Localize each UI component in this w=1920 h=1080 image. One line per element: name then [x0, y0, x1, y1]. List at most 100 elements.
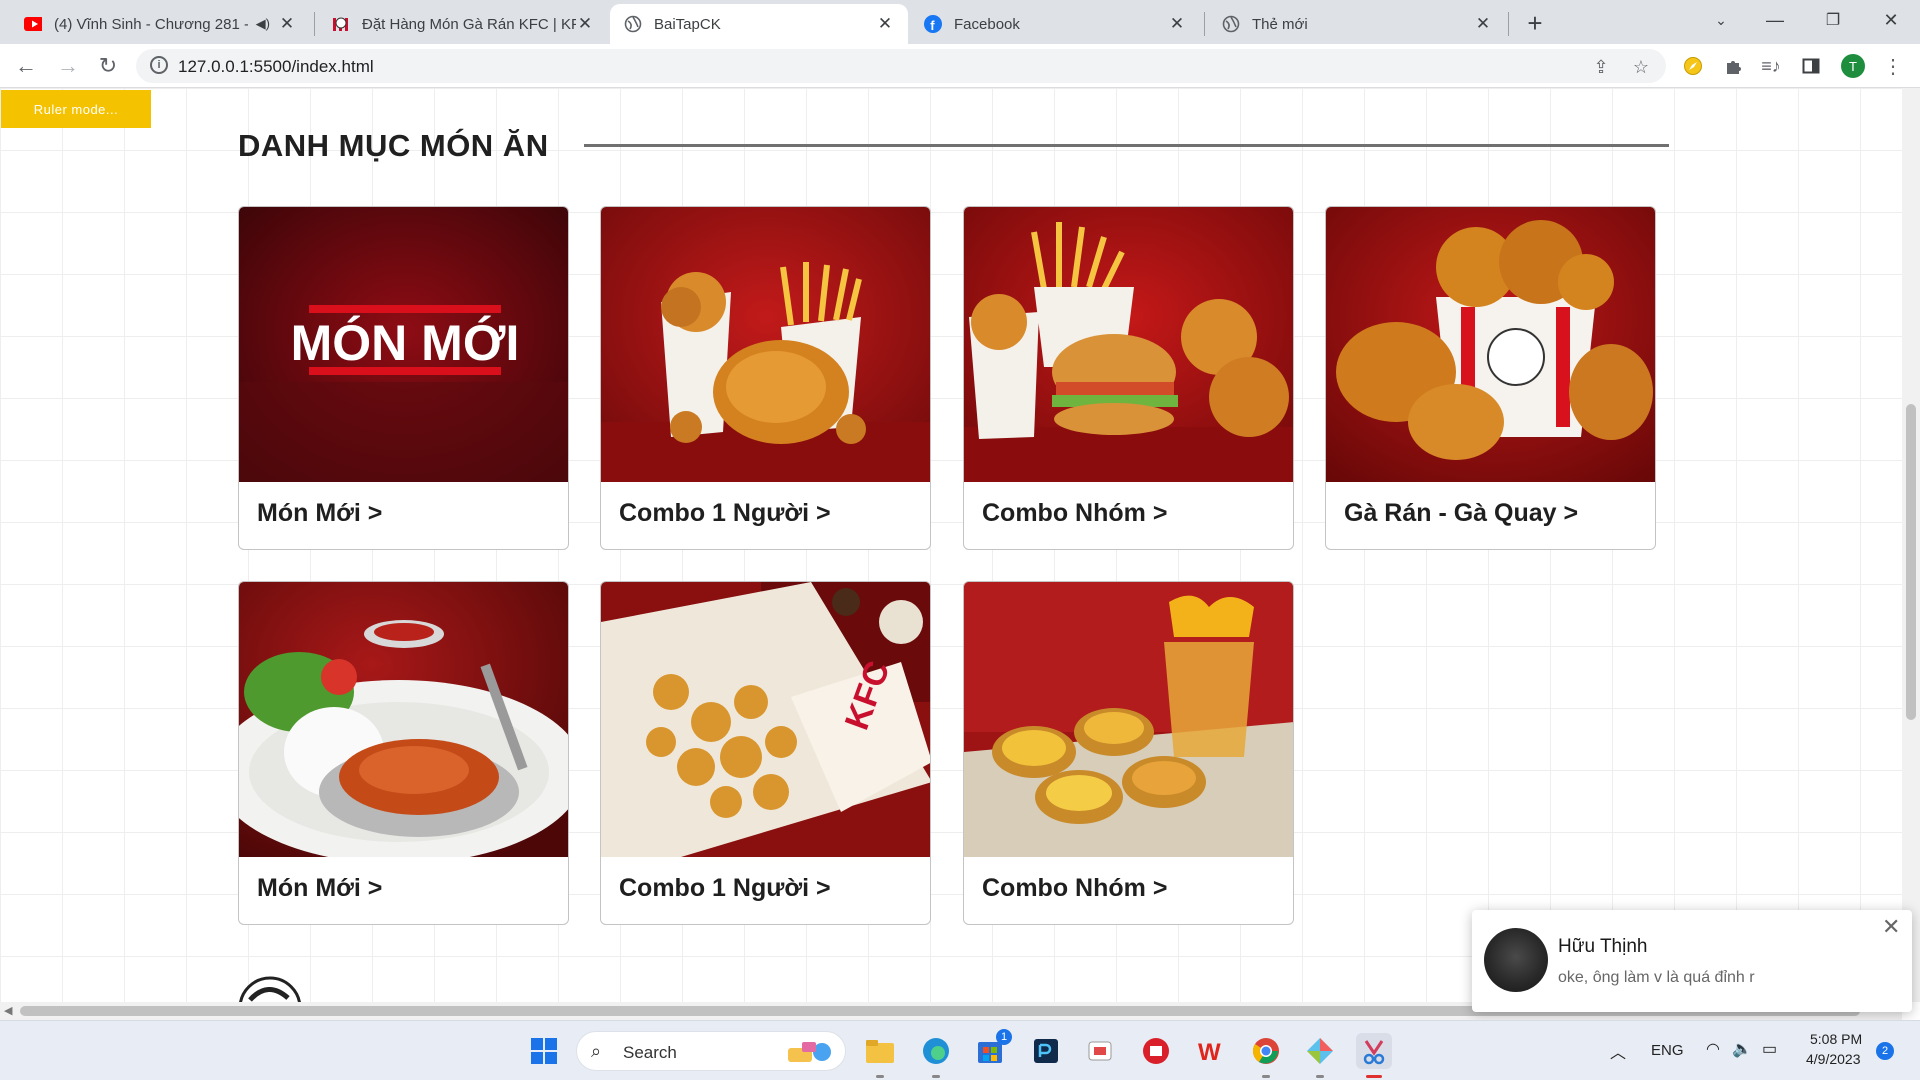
browser-toolbar: ← → ↻ i 127.0.0.1:5500/index.html ⇪ ☆ ≡♪…: [0, 44, 1920, 88]
extensions-puzzle-icon[interactable]: [1720, 53, 1746, 79]
file-explorer-icon[interactable]: [862, 1033, 898, 1069]
section-title: DANH MỤC MÓN ĂN: [238, 128, 549, 163]
window-close-button[interactable]: ✕: [1864, 0, 1918, 40]
bookmark-star-icon[interactable]: ☆: [1630, 56, 1652, 78]
youtube-icon: [24, 15, 42, 33]
category-image: [964, 582, 1293, 857]
notification-sender: Hữu Thịnh: [1558, 936, 1648, 957]
profile-avatar[interactable]: T: [1841, 54, 1865, 78]
tab-baitapck[interactable]: BaiTapCK ✕: [610, 4, 908, 44]
tab-title: BaiTapCK: [654, 15, 721, 33]
category-image: [964, 207, 1293, 482]
avatar: [1484, 928, 1548, 992]
close-icon[interactable]: ✕: [576, 14, 594, 33]
chrome-browser-icon[interactable]: [1248, 1033, 1284, 1069]
wps-office-icon[interactable]: W: [1192, 1033, 1228, 1069]
colonel-logo-icon: [238, 970, 304, 1002]
store-badge: 1: [996, 1029, 1012, 1045]
tab-kfc[interactable]: Đặt Hàng Món Gà Rán KFC | KFC ✕: [318, 4, 608, 44]
category-label: Gà Rán - Gà Quay >: [1344, 499, 1579, 527]
category-image: KFC: [601, 582, 930, 857]
clock-date[interactable]: 4/9/2023: [1806, 1051, 1861, 1067]
svg-text:W: W: [1198, 1039, 1221, 1066]
category-card-combo-1-nguoi-2[interactable]: KFC Combo 1 Người >: [600, 581, 931, 925]
title-divider: [584, 144, 1669, 147]
forward-button[interactable]: →: [54, 52, 82, 80]
facebook-icon: f: [924, 15, 942, 33]
category-card-mon-moi-2[interactable]: Món Mới >: [238, 581, 569, 925]
close-icon[interactable]: ✕: [278, 14, 296, 33]
microsoft-store-icon[interactable]: 1: [972, 1029, 1012, 1069]
close-icon[interactable]: ✕: [876, 14, 894, 33]
category-card-combo-nhom-2[interactable]: Combo Nhóm >: [963, 581, 1294, 925]
category-card-ga-ran-ga-quay[interactable]: Gà Rán - Gà Quay >: [1325, 206, 1656, 550]
browser-tab-strip: (4) Vĩnh Sinh - Chương 281 - ◀) ✕ Đặt Hà…: [0, 0, 1920, 44]
start-windows-icon[interactable]: [526, 1033, 562, 1069]
category-label: Combo Nhóm >: [982, 499, 1168, 527]
side-panel-icon[interactable]: [1798, 53, 1824, 79]
category-label: Combo 1 Người >: [619, 499, 831, 527]
gem-app-icon[interactable]: [1302, 1033, 1338, 1069]
terminal-app-icon[interactable]: [1028, 1033, 1064, 1069]
edge-browser-icon[interactable]: [918, 1033, 954, 1069]
category-card-combo-nhom[interactable]: Combo Nhóm >: [963, 206, 1294, 550]
volume-icon[interactable]: 🔈: [1732, 1039, 1752, 1059]
tab-youtube[interactable]: (4) Vĩnh Sinh - Chương 281 - ◀) ✕: [10, 4, 310, 44]
share-icon[interactable]: ⇪: [1590, 56, 1612, 78]
language-indicator[interactable]: ENG: [1651, 1042, 1684, 1059]
back-button[interactable]: ←: [12, 52, 40, 80]
tab-facebook[interactable]: f Facebook ✕: [910, 4, 1200, 44]
tab-title: Đặt Hàng Món Gà Rán KFC | KFC: [362, 15, 576, 33]
category-card-combo-1-nguoi[interactable]: Combo 1 Người >: [600, 206, 931, 550]
kfc-icon: [332, 15, 350, 33]
new-tab-button[interactable]: +: [1520, 8, 1550, 38]
taskbar-search[interactable]: ⌕ Search: [576, 1031, 846, 1071]
category-image: [1326, 207, 1655, 482]
wifi-icon[interactable]: ◠: [1706, 1039, 1720, 1059]
snipping-tool-icon[interactable]: [1082, 1033, 1118, 1069]
notification-count-badge[interactable]: 2: [1876, 1042, 1894, 1060]
close-icon[interactable]: ✕: [1168, 14, 1186, 33]
category-image: [601, 207, 930, 482]
windows-taskbar: ⌕ Search 1 W ︿ ENG ◠ 🔈 ▭ 5:08 PM 4/9/202…: [0, 1020, 1920, 1080]
ruler-mode-button[interactable]: Ruler mode...: [1, 90, 151, 128]
close-icon[interactable]: ✕: [1474, 14, 1492, 33]
tab-title: (4) Vĩnh Sinh - Chương 281 -: [54, 15, 248, 33]
svg-text:f: f: [930, 18, 935, 33]
tab-title: Thẻ mới: [1252, 15, 1308, 33]
address-bar[interactable]: i 127.0.0.1:5500/index.html ⇪ ☆: [136, 49, 1666, 83]
media-queue-icon[interactable]: ≡♪: [1758, 53, 1784, 79]
close-icon[interactable]: ✕: [1882, 914, 1900, 940]
extension-compass-icon[interactable]: [1680, 53, 1706, 79]
category-label: Món Mới >: [257, 499, 383, 527]
category-label: Combo 1 Người >: [619, 874, 831, 902]
globe-icon: [1222, 15, 1240, 33]
chat-notification[interactable]: Hữu Thịnh oke, ông làm v là quá đỉnh r ✕: [1472, 910, 1912, 1012]
battery-icon[interactable]: ▭: [1762, 1039, 1777, 1059]
snip-active-icon[interactable]: [1356, 1033, 1392, 1069]
clock-time[interactable]: 5:08 PM: [1810, 1031, 1862, 1047]
category-label: Combo Nhóm >: [982, 874, 1168, 902]
mon-moi-banner-text: MÓN MỚI: [291, 315, 520, 371]
speaker-icon[interactable]: ◀): [256, 16, 270, 32]
notification-message: oke, ông làm v là quá đỉnh r: [1558, 969, 1755, 986]
globe-icon: [624, 15, 642, 33]
vertical-scrollbar[interactable]: [1902, 88, 1920, 1002]
tray-overflow-chevron-icon[interactable]: ︿: [1610, 1039, 1626, 1063]
search-label: Search: [623, 1043, 677, 1062]
site-info-icon[interactable]: i: [150, 56, 168, 74]
category-card-mon-moi[interactable]: MÓN MỚI Món Mới >: [238, 206, 569, 550]
menu-kebab-icon[interactable]: ⋮: [1880, 53, 1906, 79]
page-viewport: Ruler mode... DANH MỤC MÓN ĂN MÓN MỚI Mó…: [0, 88, 1902, 1002]
minimize-button[interactable]: —: [1748, 0, 1802, 40]
url-text[interactable]: 127.0.0.1:5500/index.html: [178, 57, 374, 77]
category-image: MÓN MỚI: [239, 207, 568, 482]
tab-title: Facebook: [954, 15, 1020, 33]
media-app-icon[interactable]: [1138, 1033, 1174, 1069]
search-icon: ⌕: [591, 1041, 602, 1061]
restore-button[interactable]: ❐: [1806, 0, 1860, 40]
category-image: [239, 582, 568, 857]
reload-button[interactable]: ↻: [94, 52, 122, 80]
tab-new[interactable]: Thẻ mới ✕: [1208, 4, 1506, 44]
tab-search-icon[interactable]: ⌄: [1694, 0, 1748, 40]
